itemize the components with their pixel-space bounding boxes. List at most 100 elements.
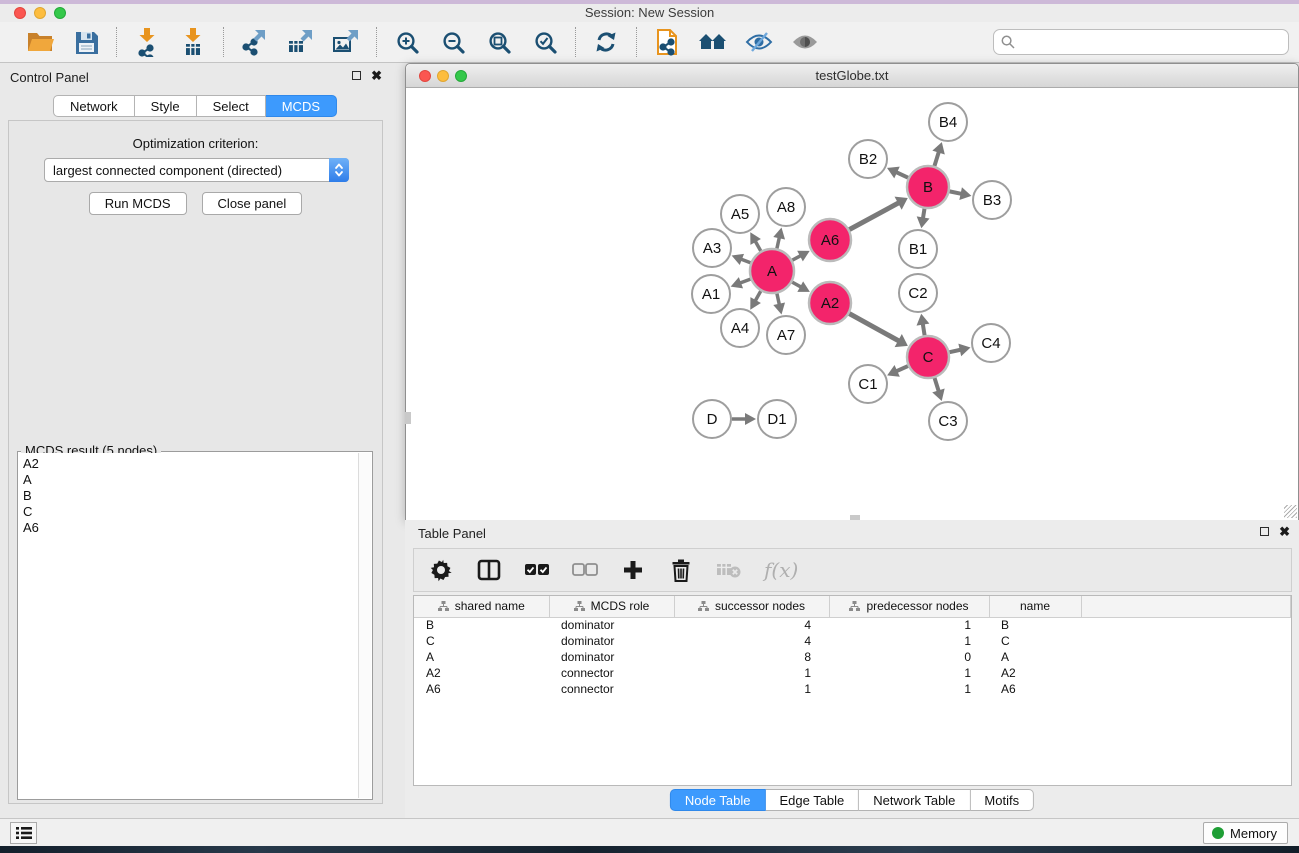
cell-name[interactable]: A2 [989, 665, 1081, 681]
hide-eye-icon[interactable] [743, 26, 775, 58]
network-graph[interactable]: AA1A2A3A4A5A6A7A8BB1B2B3B4CC1C2C3C4DD1 [406, 89, 1298, 520]
cell-shared-name[interactable]: A [414, 649, 549, 665]
cell-predecessor-nodes[interactable]: 1 [829, 665, 989, 681]
memory-button[interactable]: Memory [1203, 822, 1288, 844]
arrowhead-A-A8 [773, 228, 785, 240]
tab-edge-table[interactable]: Edge Table [765, 789, 859, 811]
select-all-icon[interactable] [524, 557, 550, 583]
cell-successor-nodes[interactable]: 4 [674, 633, 829, 649]
zoom-out-icon[interactable] [437, 26, 469, 58]
deselect-all-icon[interactable] [572, 557, 598, 583]
mcds-result-item[interactable]: A [23, 472, 358, 488]
table-row[interactable]: A2connector11A2 [414, 665, 1291, 681]
tab-select[interactable]: Select [197, 95, 266, 117]
settings-icon[interactable] [428, 557, 454, 583]
edge-C-C3[interactable] [935, 378, 939, 392]
cell-MCDS-role[interactable]: connector [549, 681, 674, 697]
close-panel-button[interactable]: Close panel [202, 192, 303, 215]
import-table-icon[interactable] [177, 26, 209, 58]
column-header-predecessor-nodes[interactable]: predecessor nodes [829, 596, 989, 617]
tab-network-table[interactable]: Network Table [859, 789, 970, 811]
cell-name[interactable]: A [989, 649, 1081, 665]
export-network-icon[interactable] [238, 26, 270, 58]
network-window-titlebar[interactable]: testGlobe.txt [406, 64, 1298, 88]
cell-shared-name[interactable]: A6 [414, 681, 549, 697]
cell-successor-nodes[interactable]: 8 [674, 649, 829, 665]
fx-button[interactable]: f(x) [764, 557, 798, 583]
main-titlebar: Session: New Session [0, 4, 1299, 22]
cell-name[interactable]: A6 [989, 681, 1081, 697]
split-columns-icon[interactable] [476, 557, 502, 583]
criterion-dropdown[interactable]: largest connected component (directed) [44, 158, 349, 182]
cell-successor-nodes[interactable]: 4 [674, 617, 829, 633]
cell-successor-nodes[interactable]: 1 [674, 665, 829, 681]
import-network-icon[interactable] [131, 26, 163, 58]
float-panel-icon[interactable] [352, 71, 361, 80]
graph-node-label-A2: A2 [821, 295, 839, 312]
network-canvas[interactable]: AA1A2A3A4A5A6A7A8BB1B2B3B4CC1C2C3C4DD1 [406, 89, 1298, 520]
table-close-panel-icon[interactable]: ✖ [1279, 526, 1290, 537]
cell-predecessor-nodes[interactable]: 0 [829, 649, 989, 665]
refresh-layout-icon[interactable] [590, 26, 622, 58]
tab-motifs[interactable]: Motifs [970, 789, 1034, 811]
cell-shared-name[interactable]: C [414, 633, 549, 649]
mcds-panel: Optimization criterion: largest connecte… [8, 120, 383, 804]
close-panel-icon[interactable]: ✖ [371, 70, 382, 81]
column-header-MCDS-role[interactable]: MCDS role [549, 596, 674, 617]
cell-name[interactable]: B [989, 617, 1081, 633]
table-row[interactable]: Adominator80A [414, 649, 1291, 665]
tab-node-table[interactable]: Node Table [670, 789, 766, 811]
mcds-result-list[interactable]: A2ABCA6 [19, 453, 358, 798]
edge-A2-C[interactable] [849, 314, 900, 342]
zoom-fit-icon[interactable] [483, 26, 515, 58]
cell-shared-name[interactable]: A2 [414, 665, 549, 681]
cell-predecessor-nodes[interactable]: 1 [829, 617, 989, 633]
tab-network[interactable]: Network [53, 95, 135, 117]
cell-shared-name[interactable]: B [414, 617, 549, 633]
column-header-shared-name[interactable]: shared name [414, 596, 549, 617]
tab-mcds[interactable]: MCDS [266, 95, 337, 117]
export-table-icon[interactable] [284, 26, 316, 58]
cell-MCDS-role[interactable]: dominator [549, 649, 674, 665]
mcds-result-item[interactable]: B [23, 488, 358, 504]
open-session-icon[interactable] [24, 26, 56, 58]
delete-column-icon[interactable] [668, 557, 694, 583]
zoom-selected-icon[interactable] [529, 26, 561, 58]
edge-A6-B[interactable] [849, 202, 900, 229]
mcds-result-item[interactable]: A6 [23, 520, 358, 536]
table-row[interactable]: Cdominator41C [414, 633, 1291, 649]
column-header-name[interactable]: name [989, 596, 1081, 617]
home-view-icon[interactable] [697, 26, 729, 58]
mcds-result-scrollbar[interactable] [358, 453, 371, 798]
export-image-icon[interactable] [330, 26, 362, 58]
show-eye-icon[interactable] [789, 26, 821, 58]
cell-predecessor-nodes[interactable]: 1 [829, 633, 989, 649]
cell-successor-nodes[interactable]: 1 [674, 681, 829, 697]
search-input[interactable] [1020, 32, 1288, 52]
edge-C-C1[interactable] [895, 366, 908, 372]
run-mcds-button[interactable]: Run MCDS [89, 192, 187, 215]
table-float-panel-icon[interactable] [1260, 527, 1269, 536]
edge-B-B2[interactable] [895, 172, 908, 178]
task-history-button[interactable] [10, 822, 37, 844]
tab-style[interactable]: Style [135, 95, 197, 117]
arrowhead-B-B1 [917, 216, 930, 228]
window-resize-grip[interactable] [1284, 505, 1297, 518]
mcds-result-item[interactable]: A2 [23, 456, 358, 472]
table-row[interactable]: Bdominator41B [414, 617, 1291, 633]
clone-network-icon[interactable] [651, 26, 683, 58]
column-header-successor-nodes[interactable]: successor nodes [674, 596, 829, 617]
cell-MCDS-role[interactable]: dominator [549, 633, 674, 649]
cell-predecessor-nodes[interactable]: 1 [829, 681, 989, 697]
table-row[interactable]: A6connector11A6 [414, 681, 1291, 697]
cell-MCDS-role[interactable]: connector [549, 665, 674, 681]
column-type-icon [698, 601, 709, 612]
mcds-result-item[interactable]: C [23, 504, 358, 520]
cell-name[interactable]: C [989, 633, 1081, 649]
zoom-in-icon[interactable] [391, 26, 423, 58]
add-column-icon[interactable] [620, 557, 646, 583]
cell-MCDS-role[interactable]: dominator [549, 617, 674, 633]
delete-table-icon[interactable] [716, 557, 742, 583]
save-session-icon[interactable] [70, 26, 102, 58]
edge-B-B4[interactable] [934, 151, 939, 166]
